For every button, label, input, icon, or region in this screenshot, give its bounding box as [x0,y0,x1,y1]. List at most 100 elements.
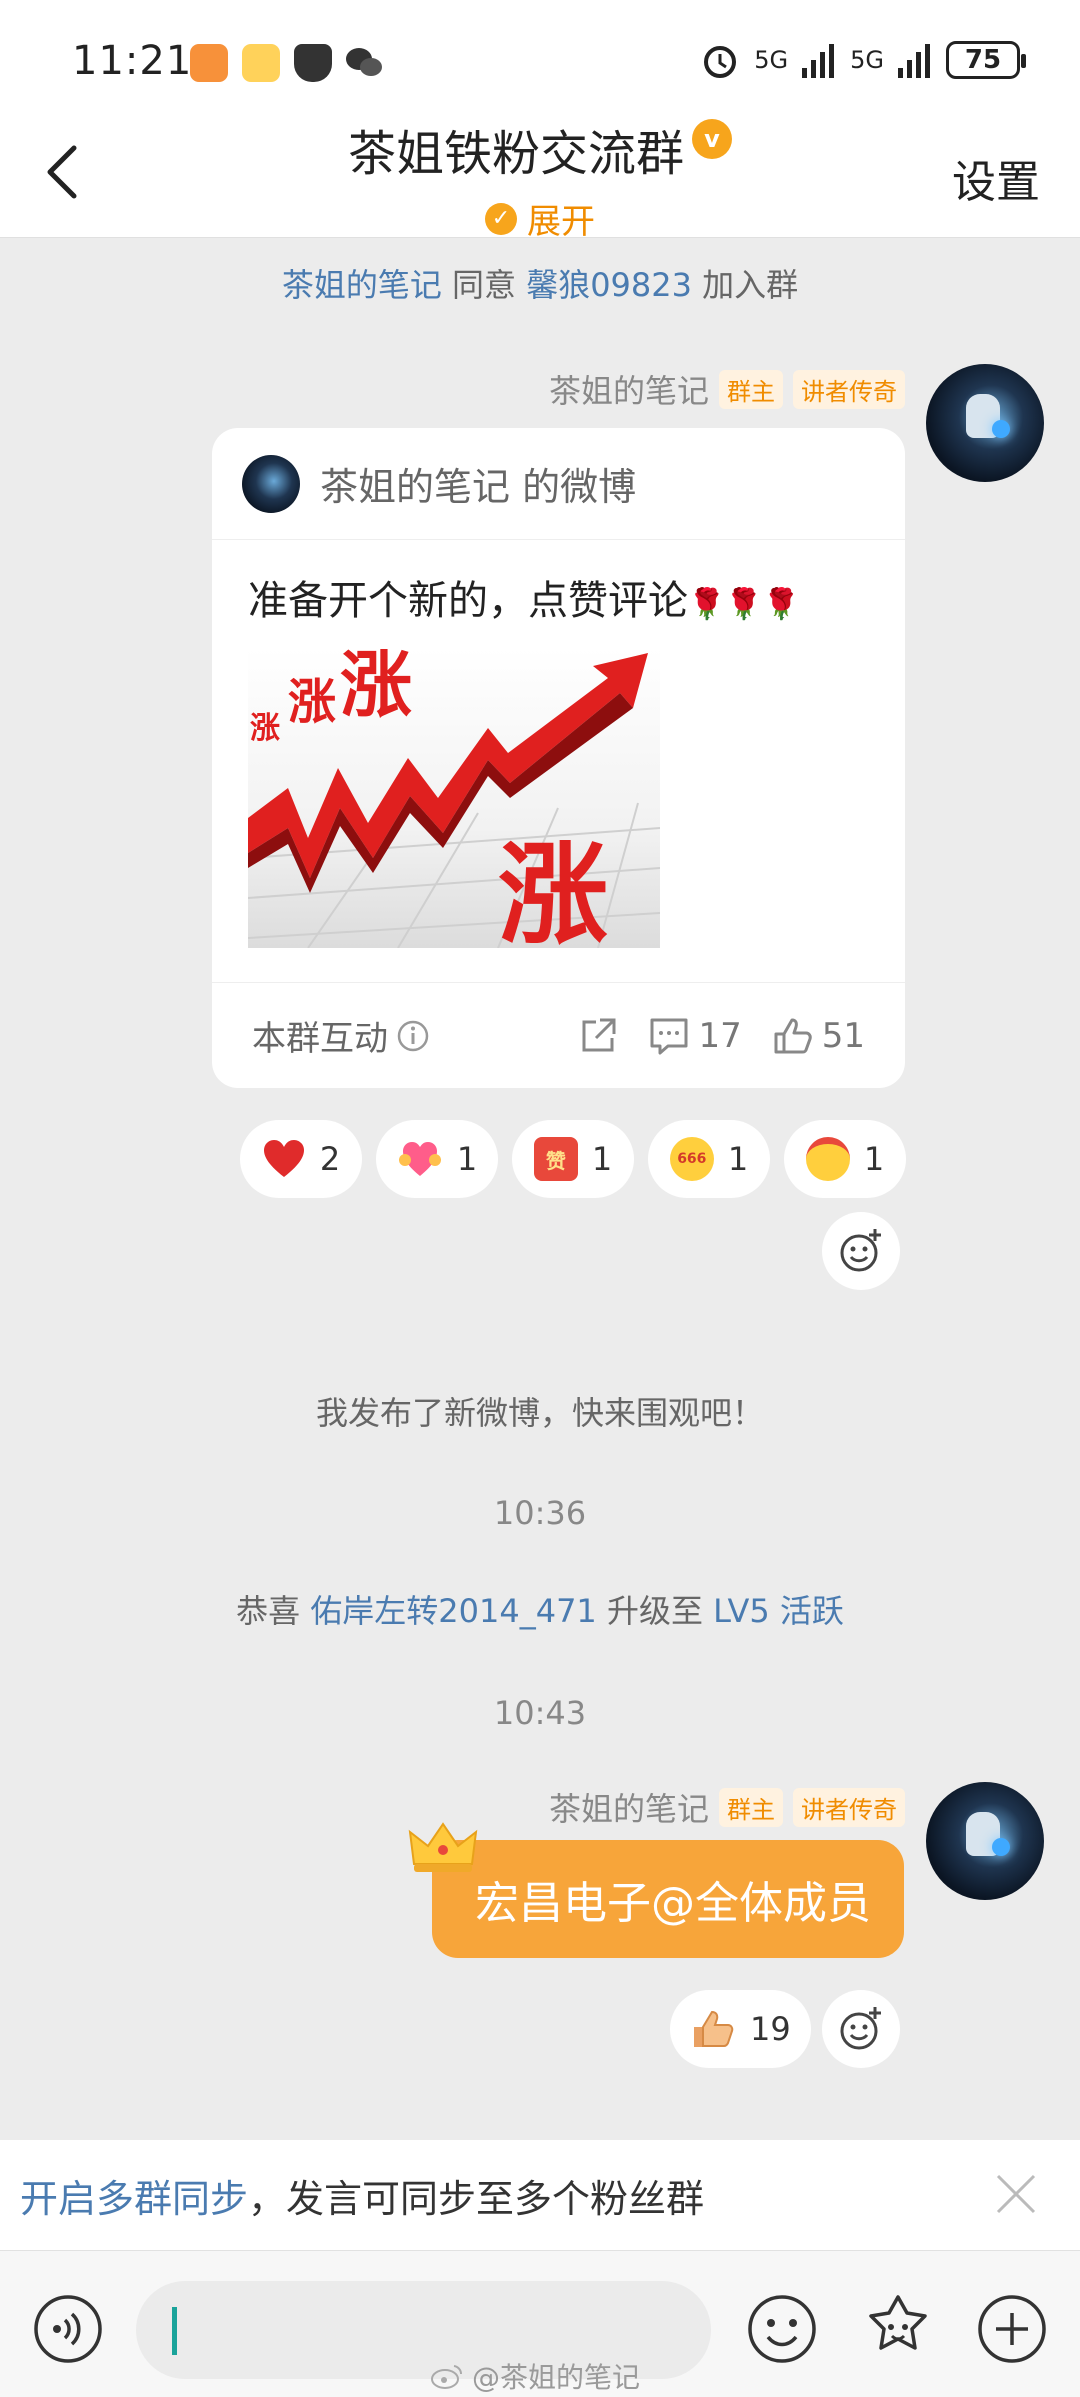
card-avatar [242,454,300,513]
sender-line-1: 茶姐的笔记 群主 讲者传奇 [549,366,905,412]
sender-name[interactable]: 茶姐的笔记 [549,366,709,412]
multi-group-sync-banner: 开启多群同步 ，发言可同步至多个粉丝群 [0,2140,1080,2250]
message-text: 宏昌电子@全体成员 [475,1878,871,1929]
battery-indicator: 75 [946,41,1026,79]
avatar[interactable] [926,364,1044,482]
weibo-share-card[interactable]: 茶姐的笔记 的微博 准备开个新的，点赞评论🌹🌹🌹 涨 涨 涨 涨 本群互动 17 [212,428,905,1088]
upgrade-mid: 升级至 [606,1592,703,1630]
chart-word-4: 涨 [498,831,608,948]
enable-sync-link[interactable]: 开启多群同步 [20,2168,248,2223]
shield-notification-icon [294,44,332,82]
plus-icon[interactable] [976,2293,1048,2365]
owner-tag: 群主 [719,369,783,409]
alarm-icon [704,46,737,78]
add-emoji-icon [840,1229,881,1272]
upgrade-user-link[interactable]: 佑岸左转2014_471 [310,1592,597,1630]
join-suffix: 加入群 [702,266,799,304]
crown-icon [408,1822,478,1872]
chart-word-3: 涨 [340,648,412,727]
owner-tag: 群主 [719,1787,783,1827]
group-title: 茶姐铁粉交流群 v [348,114,732,184]
reaction-count: 1 [591,1140,613,1178]
reaction-pill[interactable]: 2 [240,1120,362,1198]
like-count: 51 [821,1015,865,1056]
upgrade-prefix: 恭喜 [236,1592,301,1630]
thumbs-up-icon [694,2010,734,2047]
reaction-count: 1 [863,1140,885,1178]
header-title-block: 茶姐铁粉交流群 v ✓ 展开 [0,114,1080,243]
verified-dot-icon: ✓ [485,202,517,235]
sender-line-2: 茶姐的笔记 群主 讲者传奇 [549,1784,905,1830]
share-icon [582,1018,616,1051]
voice-icon[interactable] [32,2293,104,2365]
sync-banner-text: ，发言可同步至多个粉丝群 [248,2176,705,2221]
reaction-pill[interactable]: 赞 1 [512,1120,634,1198]
reaction-row: 2 1 赞 1 666 1 1 [240,1120,906,1198]
expand-button[interactable]: ✓ 展开 [485,194,595,243]
card-image[interactable]: 涨 涨 涨 涨 [248,648,660,948]
add-emoji-icon [840,2007,881,2050]
join-actor-link[interactable]: 茶姐的笔记 [282,266,442,304]
card-header-text: 茶姐的笔记 的微博 [320,465,637,509]
status-time: 11:21 [72,38,193,84]
join-target-link[interactable]: 馨狼09823 [526,266,692,304]
headband-face-icon [805,1137,850,1181]
system-message-upgrade: 恭喜 佑岸左转2014_471 升级至 LV5 活跃 [0,1586,1080,1632]
watermark-text: @茶姐的笔记 [472,2361,641,2394]
timestamp: 10:43 [493,1694,587,1732]
reaction-count: 2 [319,1140,341,1178]
emoji-icon[interactable] [746,2293,818,2365]
reaction-pill[interactable]: 1 [376,1120,498,1198]
signal-bars-icon [802,44,835,78]
bubble-reaction-pill[interactable]: 19 [670,1990,811,2068]
join-verb: 同意 [452,266,517,304]
card-text-body: 准备开个新的，点赞评论 [248,578,688,624]
thumbs-up-outline-icon [774,1018,812,1053]
sender-name[interactable]: 茶姐的笔记 [549,1784,709,1830]
wechat-notification-icon [344,44,382,82]
watermark: @茶姐的笔记 [430,2356,640,2396]
comment-icon [650,1018,688,1054]
sticker-icon[interactable] [862,2293,934,2365]
weibo-notification-icon [242,44,280,82]
system-message-join: 茶姐的笔记 同意 馨狼09823 加入群 [0,260,1080,306]
signal-label-2: 5G [850,46,884,74]
close-icon[interactable] [990,2168,1042,2220]
info-icon[interactable] [396,1019,430,1053]
add-reaction-button[interactable] [822,1990,900,2068]
expand-label: 展开 [527,202,595,242]
rose-emojis: 🌹🌹🌹 [688,587,801,622]
reaction-count: 1 [456,1140,478,1178]
reaction-pill[interactable]: 666 1 [648,1120,770,1198]
status-right: 5G 5G 75 [700,40,1026,80]
add-reaction-button[interactable] [822,1212,900,1290]
text-caret [172,2307,177,2355]
chat-header: 茶姐铁粉交流群 v ✓ 展开 设置 [0,100,1080,242]
message-bubble[interactable]: 宏昌电子@全体成员 [432,1840,904,1958]
settings-button[interactable]: 设置 [952,146,1040,210]
share-button[interactable] [578,1016,618,1056]
666-face-icon: 666 [669,1137,714,1181]
verified-badge-icon: v [692,119,732,159]
system-message-new-post: 我发布了新微博，快来围观吧！ [315,1394,764,1432]
avatar[interactable] [926,1782,1044,1900]
zan-stamp-icon: 赞 [533,1137,578,1181]
card-footer: 本群互动 17 51 [212,982,905,1088]
card-header: 茶姐的笔记 的微博 [212,428,905,540]
reaction-pill[interactable]: 1 [784,1120,906,1198]
chart-word-1: 涨 [250,711,280,746]
like-button[interactable]: 51 [772,1016,865,1056]
card-footer-label: 本群互动 [252,1019,388,1059]
group-title-text: 茶姐铁粉交流群 [347,126,684,182]
speaker-tag: 讲者传奇 [793,1787,905,1827]
battery-level: 75 [964,45,1002,75]
comment-count: 17 [698,1015,742,1056]
chart-word-2: 涨 [288,674,336,730]
signal-label-1: 5G [754,46,789,74]
rising-chart-image: 涨 涨 涨 涨 [248,648,660,948]
speaker-tag: 讲者传奇 [793,369,905,409]
comment-button[interactable]: 17 [648,1015,742,1056]
card-text: 准备开个新的，点赞评论🌹🌹🌹 [248,568,800,626]
heart-hug-icon [398,1142,441,1176]
upgrade-level[interactable]: LV5 活跃 [713,1592,844,1630]
